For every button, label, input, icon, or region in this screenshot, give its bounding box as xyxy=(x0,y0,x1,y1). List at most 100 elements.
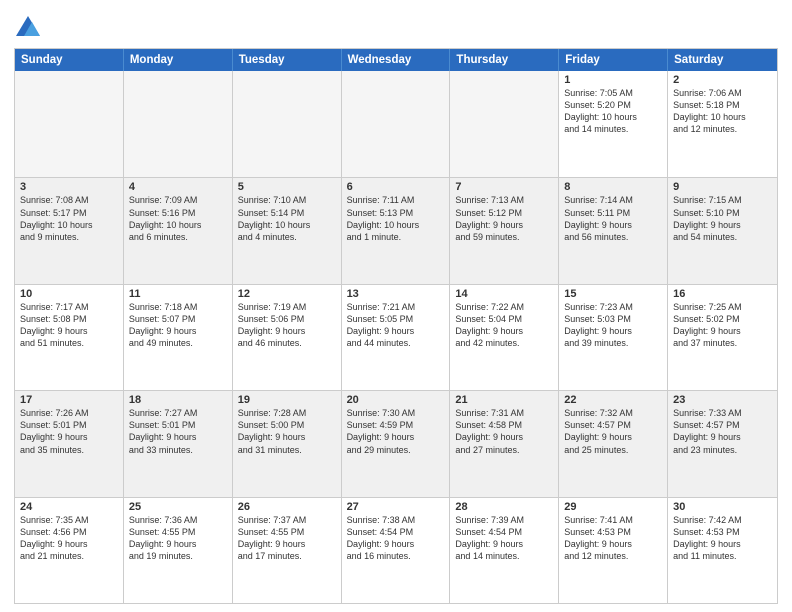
day-info: Sunrise: 7:26 AM Sunset: 5:01 PM Dayligh… xyxy=(20,407,118,456)
weekday-header-thursday: Thursday xyxy=(450,49,559,71)
day-info: Sunrise: 7:36 AM Sunset: 4:55 PM Dayligh… xyxy=(129,514,227,563)
day-number: 6 xyxy=(347,181,445,193)
calendar-cell: 17Sunrise: 7:26 AM Sunset: 5:01 PM Dayli… xyxy=(15,391,124,496)
day-number: 7 xyxy=(455,181,553,193)
day-info: Sunrise: 7:28 AM Sunset: 5:00 PM Dayligh… xyxy=(238,407,336,456)
day-info: Sunrise: 7:27 AM Sunset: 5:01 PM Dayligh… xyxy=(129,407,227,456)
calendar-cell: 9Sunrise: 7:15 AM Sunset: 5:10 PM Daylig… xyxy=(668,178,777,283)
day-info: Sunrise: 7:37 AM Sunset: 4:55 PM Dayligh… xyxy=(238,514,336,563)
calendar-cell: 16Sunrise: 7:25 AM Sunset: 5:02 PM Dayli… xyxy=(668,285,777,390)
day-number: 20 xyxy=(347,394,445,406)
weekday-header-wednesday: Wednesday xyxy=(342,49,451,71)
day-number: 30 xyxy=(673,501,772,513)
day-number: 3 xyxy=(20,181,118,193)
day-info: Sunrise: 7:23 AM Sunset: 5:03 PM Dayligh… xyxy=(564,301,662,350)
day-number: 11 xyxy=(129,288,227,300)
calendar-cell xyxy=(124,71,233,177)
calendar-cell: 13Sunrise: 7:21 AM Sunset: 5:05 PM Dayli… xyxy=(342,285,451,390)
calendar-row-1: 1Sunrise: 7:05 AM Sunset: 5:20 PM Daylig… xyxy=(15,71,777,177)
calendar-cell: 29Sunrise: 7:41 AM Sunset: 4:53 PM Dayli… xyxy=(559,498,668,603)
day-number: 18 xyxy=(129,394,227,406)
weekday-header-tuesday: Tuesday xyxy=(233,49,342,71)
calendar-cell: 7Sunrise: 7:13 AM Sunset: 5:12 PM Daylig… xyxy=(450,178,559,283)
weekday-header-saturday: Saturday xyxy=(668,49,777,71)
calendar-cell: 26Sunrise: 7:37 AM Sunset: 4:55 PM Dayli… xyxy=(233,498,342,603)
day-info: Sunrise: 7:32 AM Sunset: 4:57 PM Dayligh… xyxy=(564,407,662,456)
calendar-cell: 6Sunrise: 7:11 AM Sunset: 5:13 PM Daylig… xyxy=(342,178,451,283)
day-info: Sunrise: 7:14 AM Sunset: 5:11 PM Dayligh… xyxy=(564,194,662,243)
day-number: 22 xyxy=(564,394,662,406)
day-info: Sunrise: 7:05 AM Sunset: 5:20 PM Dayligh… xyxy=(564,87,662,136)
calendar-cell: 18Sunrise: 7:27 AM Sunset: 5:01 PM Dayli… xyxy=(124,391,233,496)
day-number: 10 xyxy=(20,288,118,300)
day-info: Sunrise: 7:06 AM Sunset: 5:18 PM Dayligh… xyxy=(673,87,772,136)
day-number: 13 xyxy=(347,288,445,300)
calendar-row-5: 24Sunrise: 7:35 AM Sunset: 4:56 PM Dayli… xyxy=(15,497,777,603)
day-info: Sunrise: 7:19 AM Sunset: 5:06 PM Dayligh… xyxy=(238,301,336,350)
day-info: Sunrise: 7:10 AM Sunset: 5:14 PM Dayligh… xyxy=(238,194,336,243)
calendar-cell: 2Sunrise: 7:06 AM Sunset: 5:18 PM Daylig… xyxy=(668,71,777,177)
calendar-cell: 10Sunrise: 7:17 AM Sunset: 5:08 PM Dayli… xyxy=(15,285,124,390)
calendar-cell: 23Sunrise: 7:33 AM Sunset: 4:57 PM Dayli… xyxy=(668,391,777,496)
day-info: Sunrise: 7:13 AM Sunset: 5:12 PM Dayligh… xyxy=(455,194,553,243)
day-number: 25 xyxy=(129,501,227,513)
day-number: 21 xyxy=(455,394,553,406)
calendar-cell: 21Sunrise: 7:31 AM Sunset: 4:58 PM Dayli… xyxy=(450,391,559,496)
day-number: 4 xyxy=(129,181,227,193)
logo-icon xyxy=(14,14,42,42)
calendar-cell: 19Sunrise: 7:28 AM Sunset: 5:00 PM Dayli… xyxy=(233,391,342,496)
calendar-cell: 20Sunrise: 7:30 AM Sunset: 4:59 PM Dayli… xyxy=(342,391,451,496)
weekday-header-sunday: Sunday xyxy=(15,49,124,71)
calendar-cell: 11Sunrise: 7:18 AM Sunset: 5:07 PM Dayli… xyxy=(124,285,233,390)
day-info: Sunrise: 7:08 AM Sunset: 5:17 PM Dayligh… xyxy=(20,194,118,243)
calendar-cell: 1Sunrise: 7:05 AM Sunset: 5:20 PM Daylig… xyxy=(559,71,668,177)
page: SundayMondayTuesdayWednesdayThursdayFrid… xyxy=(0,0,792,612)
day-info: Sunrise: 7:42 AM Sunset: 4:53 PM Dayligh… xyxy=(673,514,772,563)
calendar-header: SundayMondayTuesdayWednesdayThursdayFrid… xyxy=(15,49,777,71)
calendar-cell: 3Sunrise: 7:08 AM Sunset: 5:17 PM Daylig… xyxy=(15,178,124,283)
day-number: 8 xyxy=(564,181,662,193)
day-number: 1 xyxy=(564,74,662,86)
day-info: Sunrise: 7:21 AM Sunset: 5:05 PM Dayligh… xyxy=(347,301,445,350)
day-number: 17 xyxy=(20,394,118,406)
calendar-row-4: 17Sunrise: 7:26 AM Sunset: 5:01 PM Dayli… xyxy=(15,390,777,496)
logo xyxy=(14,14,46,42)
day-number: 23 xyxy=(673,394,772,406)
calendar-cell: 27Sunrise: 7:38 AM Sunset: 4:54 PM Dayli… xyxy=(342,498,451,603)
day-info: Sunrise: 7:15 AM Sunset: 5:10 PM Dayligh… xyxy=(673,194,772,243)
calendar-cell: 8Sunrise: 7:14 AM Sunset: 5:11 PM Daylig… xyxy=(559,178,668,283)
calendar-cell: 12Sunrise: 7:19 AM Sunset: 5:06 PM Dayli… xyxy=(233,285,342,390)
calendar-cell: 30Sunrise: 7:42 AM Sunset: 4:53 PM Dayli… xyxy=(668,498,777,603)
day-info: Sunrise: 7:38 AM Sunset: 4:54 PM Dayligh… xyxy=(347,514,445,563)
day-number: 5 xyxy=(238,181,336,193)
day-info: Sunrise: 7:31 AM Sunset: 4:58 PM Dayligh… xyxy=(455,407,553,456)
day-number: 14 xyxy=(455,288,553,300)
calendar: SundayMondayTuesdayWednesdayThursdayFrid… xyxy=(14,48,778,604)
calendar-cell: 22Sunrise: 7:32 AM Sunset: 4:57 PM Dayli… xyxy=(559,391,668,496)
calendar-row-2: 3Sunrise: 7:08 AM Sunset: 5:17 PM Daylig… xyxy=(15,177,777,283)
day-number: 28 xyxy=(455,501,553,513)
day-number: 24 xyxy=(20,501,118,513)
day-number: 16 xyxy=(673,288,772,300)
header xyxy=(14,10,778,42)
day-info: Sunrise: 7:11 AM Sunset: 5:13 PM Dayligh… xyxy=(347,194,445,243)
day-info: Sunrise: 7:22 AM Sunset: 5:04 PM Dayligh… xyxy=(455,301,553,350)
weekday-header-friday: Friday xyxy=(559,49,668,71)
day-info: Sunrise: 7:33 AM Sunset: 4:57 PM Dayligh… xyxy=(673,407,772,456)
calendar-cell: 5Sunrise: 7:10 AM Sunset: 5:14 PM Daylig… xyxy=(233,178,342,283)
calendar-cell xyxy=(450,71,559,177)
day-info: Sunrise: 7:41 AM Sunset: 4:53 PM Dayligh… xyxy=(564,514,662,563)
day-number: 9 xyxy=(673,181,772,193)
calendar-cell xyxy=(233,71,342,177)
calendar-cell: 28Sunrise: 7:39 AM Sunset: 4:54 PM Dayli… xyxy=(450,498,559,603)
day-number: 26 xyxy=(238,501,336,513)
calendar-cell xyxy=(342,71,451,177)
day-number: 29 xyxy=(564,501,662,513)
calendar-cell xyxy=(15,71,124,177)
calendar-cell: 25Sunrise: 7:36 AM Sunset: 4:55 PM Dayli… xyxy=(124,498,233,603)
weekday-header-monday: Monday xyxy=(124,49,233,71)
day-info: Sunrise: 7:25 AM Sunset: 5:02 PM Dayligh… xyxy=(673,301,772,350)
day-info: Sunrise: 7:09 AM Sunset: 5:16 PM Dayligh… xyxy=(129,194,227,243)
day-number: 15 xyxy=(564,288,662,300)
day-info: Sunrise: 7:17 AM Sunset: 5:08 PM Dayligh… xyxy=(20,301,118,350)
